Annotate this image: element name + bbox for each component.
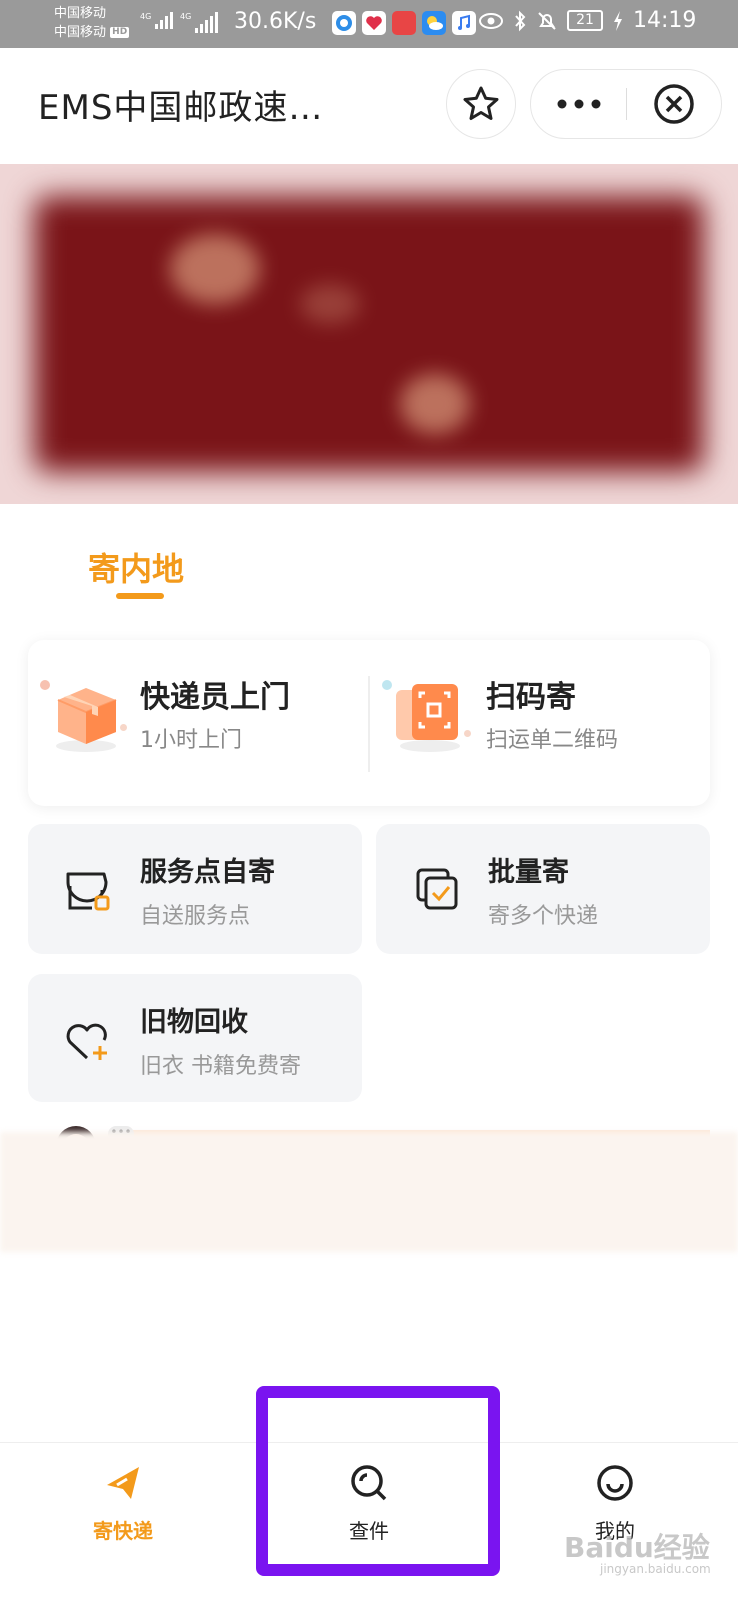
recycle-subtitle: 旧衣 书籍免费寄 (140, 1054, 301, 1079)
recycle-title: 旧物回收 (140, 1007, 248, 1038)
battery-indicator: 21 (567, 10, 603, 31)
signal-2-icon: 4G (180, 12, 219, 33)
banner-image (34, 196, 704, 472)
charging-icon (614, 10, 622, 31)
more-button[interactable] (531, 70, 627, 138)
promo-block[interactable] (0, 1132, 738, 1252)
more-icon (557, 99, 601, 109)
tab-mainland-send[interactable]: 寄内地 (88, 544, 184, 590)
watermark-url: jingyan.baidu.com (600, 1562, 711, 1576)
courier-pickup-title: 快递员上门 (140, 680, 290, 715)
send-icon (107, 1467, 139, 1499)
parcel-box-icon (56, 688, 117, 752)
mini-program-header: EMS中国邮政速… (0, 48, 738, 164)
batch-send-title: 批量寄 (488, 857, 569, 888)
batch-send-tile[interactable]: 批量寄 寄多个快递 (376, 824, 710, 954)
favorite-button[interactable] (446, 69, 516, 139)
scan-send-title: 扫码寄 (486, 680, 576, 715)
batch-send-subtitle: 寄多个快递 (488, 904, 599, 929)
banner-blob (400, 374, 470, 434)
mute-icon (538, 11, 556, 30)
service-point-title: 服务点自寄 (140, 857, 275, 888)
close-icon (654, 84, 694, 124)
tab-send-label: 寄快递 (93, 1519, 153, 1543)
courier-pickup-subtitle: 1小时上门 (140, 728, 242, 753)
banner-blob (170, 234, 260, 304)
page-title: EMS中国邮政速… (38, 88, 324, 128)
watermark: Baidu经验 (564, 1531, 710, 1564)
qr-scan-icon (396, 684, 460, 752)
status-bar: 中国移动 中国移动 HD 4G 4G 30.6K/s 21 14:19 (0, 0, 738, 48)
huawei-icon (362, 11, 386, 35)
network-speed: 30.6K/s (234, 9, 317, 34)
music-icon (452, 11, 476, 35)
close-button[interactable] (627, 70, 721, 138)
tab-mine[interactable]: 我的 (492, 1443, 738, 1601)
signal-1-icon: 4G (140, 12, 174, 29)
tab-send[interactable]: 寄快递 (0, 1443, 246, 1601)
scan-send-subtitle: 扫运单二维码 (486, 728, 619, 753)
browser-icon (332, 11, 356, 35)
decor-dot (40, 680, 50, 690)
hd-badge: HD (110, 27, 130, 38)
service-point-tile[interactable]: 服务点自寄 自送服务点 (28, 824, 362, 954)
smile-icon (597, 1465, 633, 1501)
huawei-store-icon (392, 11, 416, 35)
eye-icon (479, 12, 503, 29)
carrier-2: 中国移动 (54, 25, 107, 40)
clock: 14:19 (633, 8, 697, 33)
heart-plus-icon (66, 1023, 107, 1060)
notification-icons (332, 11, 476, 35)
batch-check-icon (416, 868, 458, 910)
banner-blob (300, 284, 360, 324)
capsule-menu (530, 69, 722, 139)
highlight-annotation-box (256, 1386, 500, 1576)
star-icon (463, 86, 499, 120)
weather-icon (422, 11, 446, 35)
tab-underline (116, 593, 164, 599)
main-service-card: 快递员上门 1小时上门 扫码寄 扫运单二维码 (28, 640, 710, 806)
carrier-1: 中国移动 (54, 6, 107, 21)
carrier-info: 中国移动 中国移动 HD (54, 4, 130, 42)
system-icons: 21 14:19 (478, 8, 696, 33)
service-point-subtitle: 自送服务点 (140, 904, 251, 929)
storefront-icon (66, 872, 110, 911)
recycle-tile[interactable]: 旧物回收 旧衣 书籍免费寄 (28, 974, 362, 1102)
scan-send-option[interactable]: 扫码寄 扫运单二维码 (370, 640, 710, 806)
bluetooth-icon (515, 10, 526, 31)
courier-pickup-option[interactable]: 快递员上门 1小时上门 (28, 640, 368, 806)
promo-banner[interactable] (0, 164, 738, 504)
